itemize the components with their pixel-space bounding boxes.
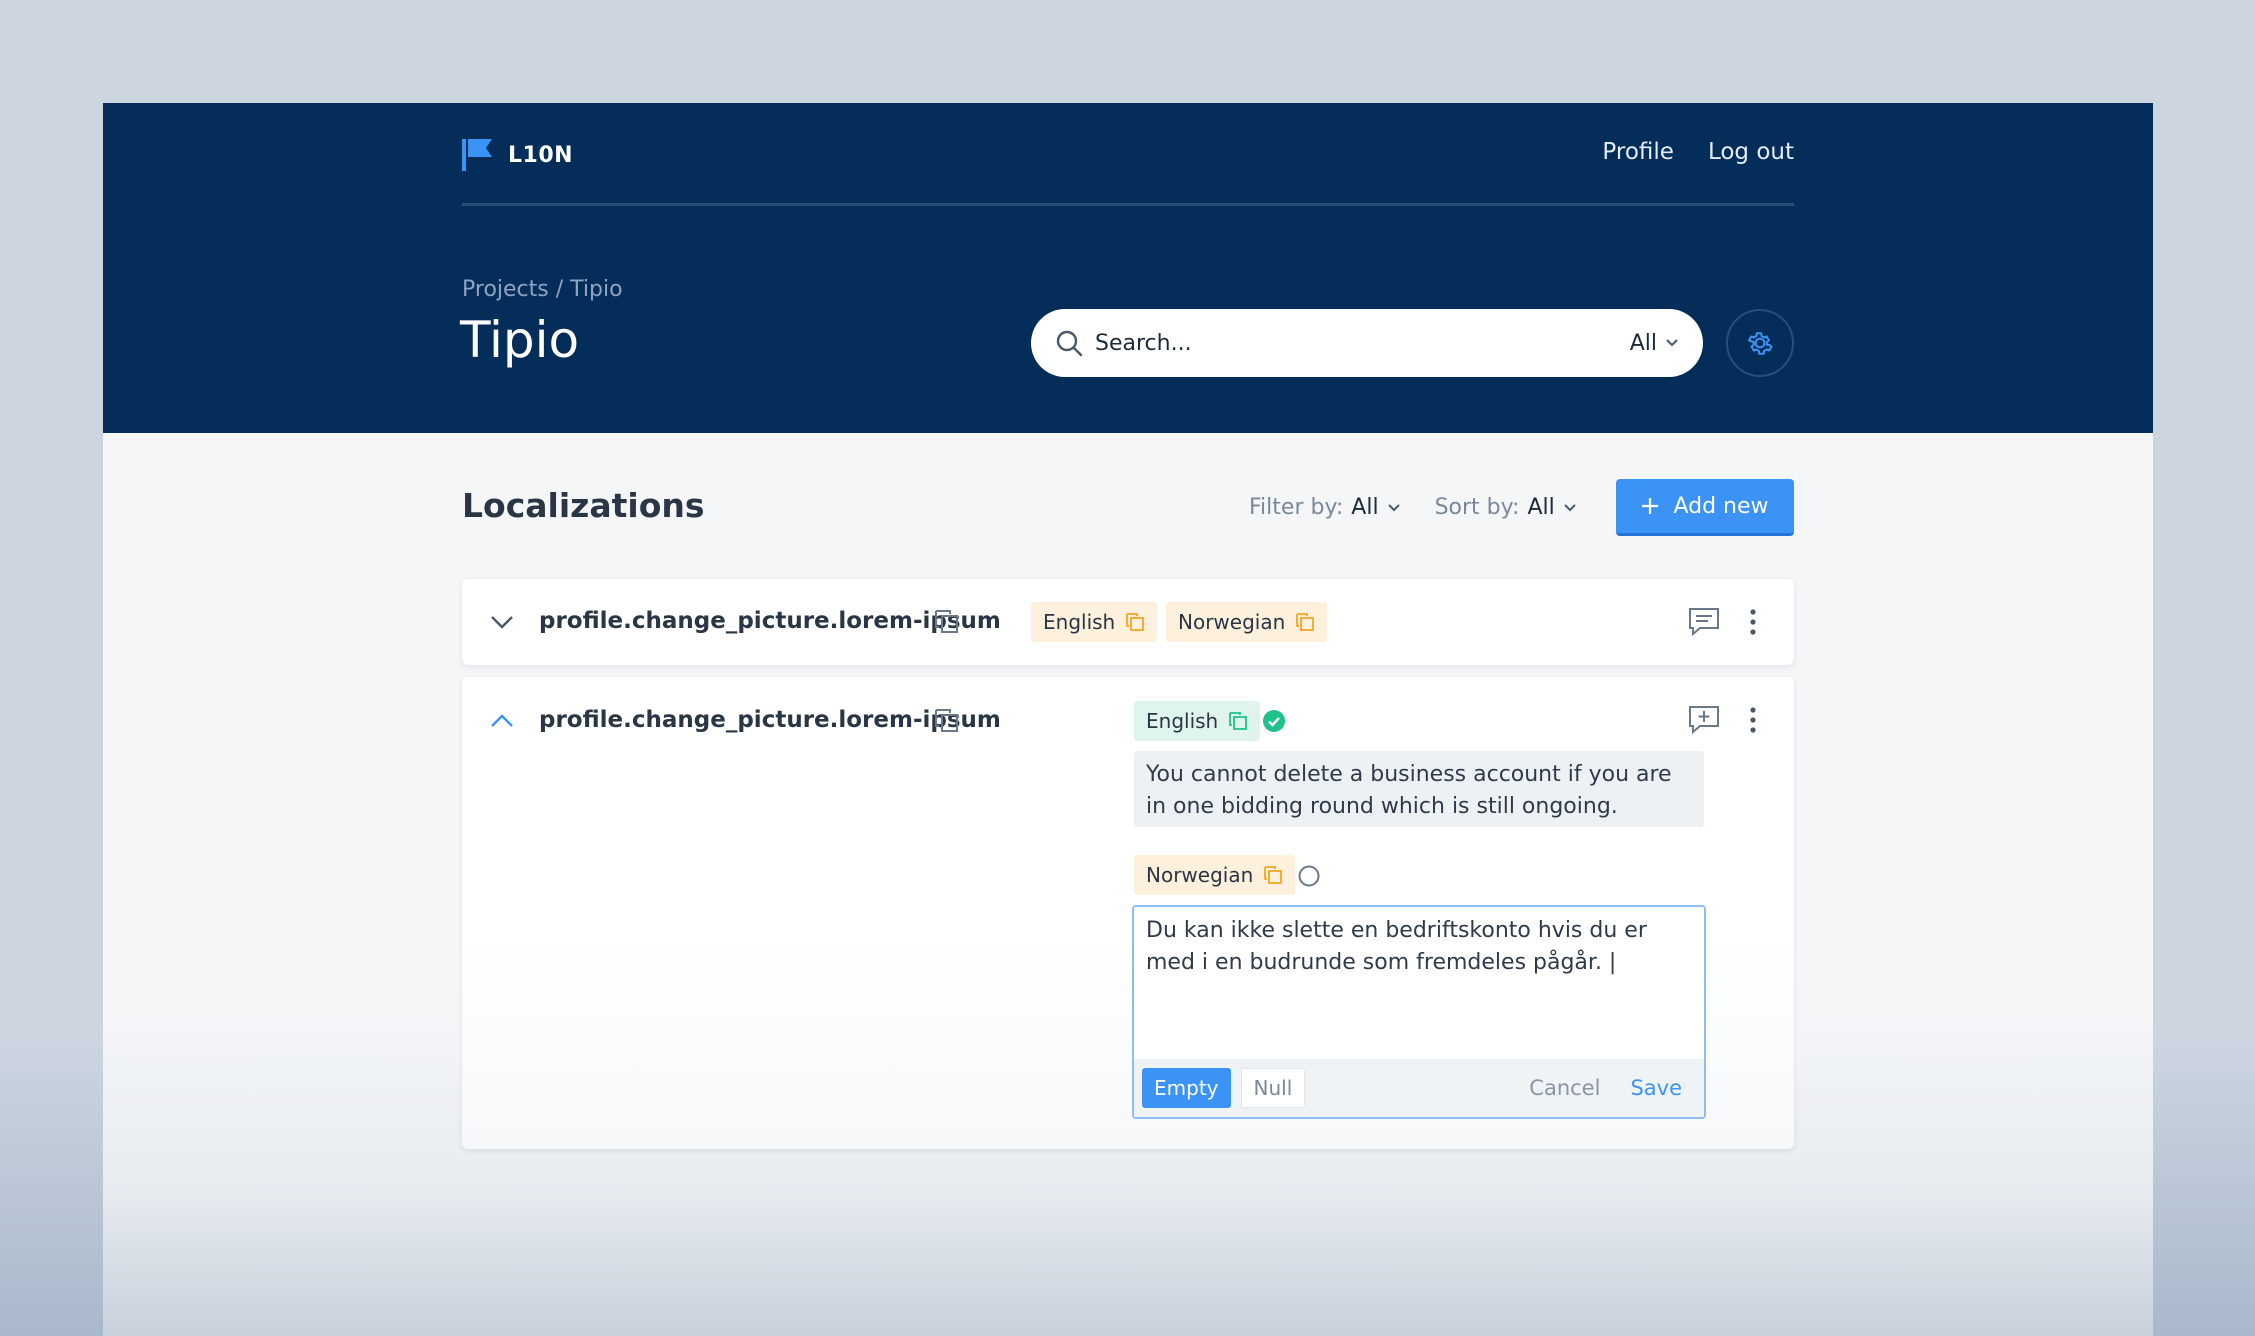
chevron-down-icon bbox=[1564, 503, 1576, 511]
gear-icon bbox=[1748, 332, 1773, 355]
localization-row-expanded: profile.change_picture.lorem-ipsum Engli… bbox=[462, 677, 1794, 1149]
add-new-button[interactable]: Add new bbox=[1616, 479, 1794, 536]
source-translation-text: You cannot delete a business account if … bbox=[1134, 751, 1704, 827]
app-window: L10N Profile Log out Projects / Tipio Ti… bbox=[103, 103, 2153, 1336]
translation-editor: Empty Null Cancel Save bbox=[1132, 905, 1706, 1119]
profile-link[interactable]: Profile bbox=[1602, 139, 1674, 165]
more-vertical-icon[interactable] bbox=[1749, 609, 1757, 635]
copy-icon[interactable] bbox=[934, 708, 960, 734]
top-nav: Profile Log out bbox=[1602, 139, 1794, 165]
editor-toolbar: Empty Null Cancel Save bbox=[1134, 1059, 1704, 1117]
search-input[interactable] bbox=[1095, 330, 1630, 356]
search-icon bbox=[1056, 330, 1083, 357]
empty-circle-icon bbox=[1298, 865, 1320, 887]
search-scope-select[interactable]: All bbox=[1630, 331, 1679, 356]
filter-value: All bbox=[1351, 495, 1379, 520]
flag-icon bbox=[462, 139, 492, 171]
header: L10N Profile Log out Projects / Tipio Ti… bbox=[103, 103, 2153, 433]
plus-icon bbox=[1642, 498, 1659, 514]
settings-button[interactable] bbox=[1726, 309, 1794, 377]
language-tag-english[interactable]: English bbox=[1031, 602, 1158, 642]
null-button[interactable]: Null bbox=[1240, 1068, 1306, 1108]
list-controls: Filter by: All Sort by: All bbox=[1249, 495, 1577, 520]
section-title: Localizations bbox=[462, 486, 705, 525]
search-bar[interactable]: All bbox=[1031, 309, 1703, 377]
sort-label: Sort by: bbox=[1434, 495, 1520, 520]
add-comment-icon[interactable] bbox=[1688, 705, 1720, 735]
language-label: English bbox=[1146, 709, 1219, 733]
chevron-down-icon[interactable] bbox=[488, 608, 516, 636]
localization-row: profile.change_picture.lorem-ipsum Engli… bbox=[462, 579, 1794, 665]
chevron-down-icon bbox=[1666, 339, 1678, 347]
language-tag-norwegian[interactable]: Norwegian bbox=[1166, 602, 1328, 642]
copy-icon bbox=[1126, 613, 1145, 631]
logout-link[interactable]: Log out bbox=[1708, 139, 1794, 165]
sort-value: All bbox=[1527, 495, 1555, 520]
more-vertical-icon[interactable] bbox=[1749, 707, 1757, 733]
comment-icon[interactable] bbox=[1688, 607, 1720, 637]
language-tag-english[interactable]: English bbox=[1134, 701, 1261, 741]
copy-icon bbox=[1264, 866, 1283, 884]
header-divider bbox=[462, 203, 1794, 206]
search-scope-value: All bbox=[1629, 330, 1657, 356]
chevron-up-icon[interactable] bbox=[488, 707, 516, 735]
copy-icon[interactable] bbox=[934, 609, 960, 635]
cancel-button[interactable]: Cancel bbox=[1519, 1076, 1610, 1100]
localization-key: profile.change_picture.lorem-ipsum bbox=[539, 608, 1001, 634]
empty-button[interactable]: Empty bbox=[1142, 1068, 1231, 1108]
language-label: English bbox=[1043, 610, 1116, 634]
breadcrumb[interactable]: Projects / Tipio bbox=[462, 277, 623, 302]
filter-dropdown[interactable]: Filter by: All bbox=[1249, 495, 1401, 520]
chevron-down-icon bbox=[1387, 503, 1400, 511]
copy-icon bbox=[1229, 712, 1248, 730]
language-tag-norwegian[interactable]: Norwegian bbox=[1134, 855, 1296, 895]
brand-name: L10N bbox=[508, 142, 574, 168]
filter-label: Filter by: bbox=[1249, 495, 1344, 520]
page-title: Tipio bbox=[460, 311, 580, 369]
copy-icon bbox=[1296, 613, 1315, 631]
language-label: Norwegian bbox=[1146, 863, 1254, 887]
check-circle-icon bbox=[1263, 710, 1285, 732]
brand-logo[interactable]: L10N bbox=[462, 137, 573, 173]
localization-key: profile.change_picture.lorem-ipsum bbox=[539, 707, 1001, 733]
save-button[interactable]: Save bbox=[1620, 1076, 1696, 1100]
language-label: Norwegian bbox=[1178, 610, 1286, 634]
translation-input[interactable] bbox=[1134, 907, 1704, 1059]
sort-dropdown[interactable]: Sort by: All bbox=[1435, 495, 1577, 520]
add-new-label: Add new bbox=[1673, 493, 1769, 519]
